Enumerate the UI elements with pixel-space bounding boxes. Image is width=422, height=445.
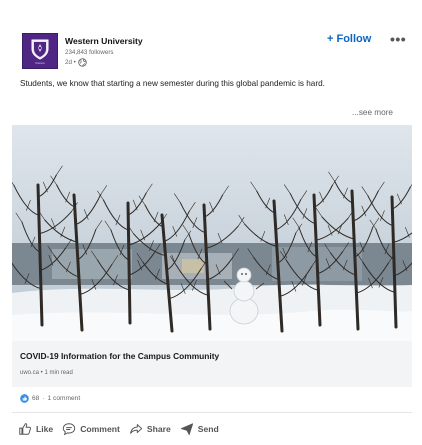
share-button[interactable]: Share: [129, 422, 171, 436]
post-image[interactable]: [12, 125, 412, 341]
feed-post: Western Western University 234,843 follo…: [0, 0, 422, 445]
university-logo[interactable]: Western: [22, 33, 58, 69]
like-label: Like: [36, 424, 54, 434]
action-bar: Like Comment Share Send: [18, 422, 219, 436]
action-divider: [12, 412, 412, 413]
send-icon: [180, 423, 193, 436]
snowy-campus-image: [12, 125, 412, 341]
thumbs-up-icon: [19, 423, 31, 435]
author-name[interactable]: Western University: [65, 36, 143, 46]
comment-button[interactable]: Comment: [62, 422, 120, 436]
reaction-count[interactable]: 68: [32, 395, 39, 402]
post-header: Western Western University 234,843 follo…: [14, 30, 410, 69]
share-label: Share: [146, 424, 171, 434]
count-separator: ·: [42, 395, 45, 402]
post-age: 2d •: [65, 58, 87, 67]
link-meta: uwo.ca • 1 min read: [20, 370, 73, 376]
send-button[interactable]: Send: [180, 422, 219, 436]
crest-icon: [31, 39, 49, 60]
link-preview-card[interactable]: COVID-19 Information for the Campus Comm…: [12, 341, 412, 387]
link-title[interactable]: COVID-19 Information for the Campus Comm…: [20, 351, 219, 361]
share-icon: [129, 424, 143, 434]
comment-label: Comment: [80, 424, 120, 434]
logo-wordmark: Western: [35, 61, 45, 65]
like-reaction-icon: [20, 394, 29, 403]
social-counts[interactable]: 68 · 1 comment: [20, 394, 80, 403]
follow-button[interactable]: + Follow: [327, 33, 371, 45]
globe-icon: [78, 58, 87, 67]
comment-count[interactable]: 1 comment: [48, 395, 81, 402]
post-text: Students, we know that starting a new se…: [20, 79, 325, 88]
like-button[interactable]: Like: [18, 422, 53, 436]
send-label: Send: [197, 424, 219, 434]
post-age-text: 2d •: [65, 59, 76, 66]
follower-count: 234,843 followers: [65, 49, 114, 56]
more-options-icon[interactable]: •••: [390, 31, 406, 47]
comment-icon: [63, 423, 76, 436]
see-more-link[interactable]: ...see more: [352, 108, 393, 117]
